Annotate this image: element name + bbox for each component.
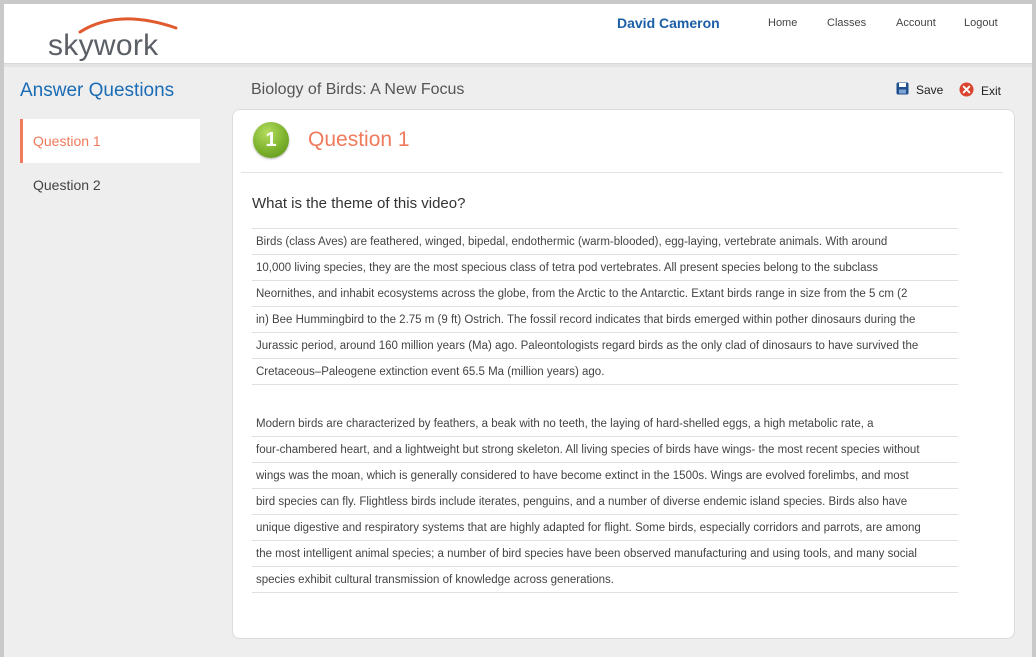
answer-line: the most intelligent animal species; a n…: [252, 541, 958, 567]
save-button[interactable]: Save: [896, 82, 943, 98]
exit-button[interactable]: Exit: [959, 82, 1001, 100]
nav-logout-link[interactable]: Logout: [964, 17, 998, 29]
answer-line: 10,000 living species, they are the most…: [252, 255, 958, 281]
nav-classes-link[interactable]: Classes: [827, 17, 866, 29]
answer-line: Modern birds are characterized by feathe…: [252, 411, 958, 437]
answer-line: Neornithes, and inhabit ecosystems acros…: [252, 281, 958, 307]
skywork-logo[interactable]: skywork: [48, 12, 178, 62]
answer-line: Cretaceous–Paleogene extinction event 65…: [252, 359, 958, 385]
question-prompt: What is the theme of this video?: [252, 195, 466, 212]
sidebar-item-question-1[interactable]: Question 1: [20, 119, 200, 163]
answer-line: species exhibit cultural transmission of…: [252, 567, 958, 593]
sidebar-item-question-2[interactable]: Question 2: [20, 163, 200, 207]
answer-line: in) Bee Hummingbird to the 2.75 m (9 ft)…: [252, 307, 958, 333]
answer-line: wings was the moan, which is generally c…: [252, 463, 958, 489]
header-divider: [4, 64, 1032, 67]
question-title: Question 1: [308, 128, 410, 151]
course-title: Biology of Birds: A New Focus: [251, 81, 465, 98]
nav-account-link[interactable]: Account: [896, 17, 936, 29]
logo-text: skywork: [48, 29, 159, 62]
answer-paragraph-2: Modern birds are characterized by feathe…: [252, 411, 958, 593]
sidebar-title: Answer Questions: [20, 80, 175, 101]
question-card: 1 Question 1 What is the theme of this v…: [232, 109, 1015, 639]
user-name[interactable]: David Cameron: [617, 15, 720, 31]
top-header: skywork David Cameron Home Classes Accou…: [4, 4, 1032, 64]
answer-line: Birds (class Aves) are feathered, winged…: [252, 229, 958, 255]
question-number-badge: 1: [253, 122, 289, 158]
exit-label: Exit: [981, 84, 1002, 98]
close-circle-icon: [959, 82, 974, 100]
question-list: Question 1 Question 2: [20, 119, 200, 207]
answer-textarea[interactable]: Birds (class Aves) are feathered, winged…: [252, 228, 958, 619]
answer-paragraph-1: Birds (class Aves) are feathered, winged…: [252, 229, 958, 385]
answer-line: bird species can fly. Flightless birds i…: [252, 489, 958, 515]
answer-line: four-chambered heart, and a lightweight …: [252, 437, 958, 463]
answer-line: unique digestive and respiratory systems…: [252, 515, 958, 541]
nav-home-link[interactable]: Home: [768, 17, 797, 29]
app-window: skywork David Cameron Home Classes Accou…: [4, 4, 1032, 657]
answer-line: Jurassic period, around 160 million year…: [252, 333, 958, 359]
floppy-disk-icon: [896, 82, 909, 98]
save-label: Save: [916, 83, 944, 97]
card-divider: [241, 172, 1003, 173]
